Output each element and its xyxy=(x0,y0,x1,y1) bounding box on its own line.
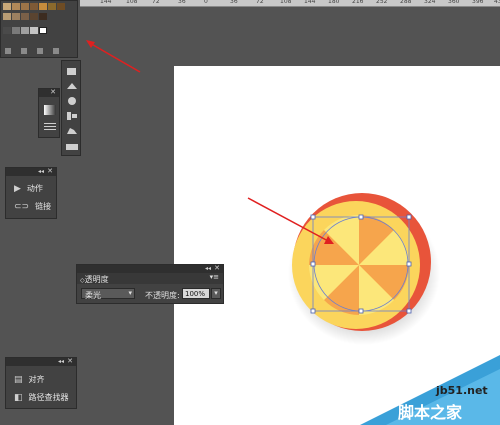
folder-icon[interactable] xyxy=(21,48,27,54)
watermark-site: jb51.net xyxy=(436,384,488,397)
circle-artwork[interactable] xyxy=(280,185,450,345)
align-item[interactable]: ▤ 对齐 xyxy=(14,374,45,385)
close-icon[interactable]: ✕ xyxy=(50,88,56,97)
ruler-tick: 144 xyxy=(304,0,316,5)
links-label: 链接 xyxy=(35,202,52,211)
play-icon: ▶ xyxy=(14,183,21,194)
menu-lines-icon[interactable] xyxy=(44,123,56,131)
transparency-tab-bar: ◇透明度 ▾≡ xyxy=(77,273,223,284)
chevron-down-icon: ▾ xyxy=(128,289,132,297)
close-icon[interactable]: ✕ xyxy=(214,264,220,273)
ruler-tick: 432 xyxy=(494,0,500,5)
watermark-name: 脚本之家 xyxy=(398,403,463,422)
swatch-toolbar xyxy=(1,45,83,57)
delete-swatch-icon[interactable] xyxy=(53,48,59,54)
opacity-value: 100% xyxy=(185,290,206,298)
ruler-tick: 216 xyxy=(352,0,364,5)
actions-item[interactable]: ▶ 动作 xyxy=(14,183,43,194)
swatches-panel xyxy=(0,0,78,58)
gray-swatch-row[interactable] xyxy=(3,27,75,35)
panel-menu-icon[interactable]: ▾≡ xyxy=(210,273,219,281)
ruler-tick: 72 xyxy=(256,0,264,5)
swatch-grid[interactable] xyxy=(3,3,75,23)
actions-label: 动作 xyxy=(26,184,43,193)
ruler-tick: 360 xyxy=(448,0,460,5)
horizontal-ruler: 144 108 72 36 0 36 72 108 144 180 216 25… xyxy=(80,0,500,7)
panel-title: 透明度 xyxy=(84,275,109,284)
opacity-label: 不透明度: xyxy=(145,291,180,300)
align-pathfinder-panel: ◂◂ ✕ ▤ 对齐 ◧ 路径查找器 xyxy=(5,357,77,409)
ruler-tick: 108 xyxy=(280,0,292,5)
ruler-tick: 252 xyxy=(376,0,388,5)
links-item[interactable]: ⊂⊃ 链接 xyxy=(14,201,51,212)
brush-icon[interactable] xyxy=(65,81,81,93)
ruler-tick: 288 xyxy=(400,0,412,5)
collapsed-panel-dock xyxy=(61,60,81,156)
opacity-dropdown-button[interactable]: ▾ xyxy=(211,288,221,299)
collapse-icon[interactable]: ◂◂ xyxy=(205,264,211,273)
swatch-library-icon[interactable] xyxy=(5,48,11,54)
close-icon[interactable]: ✕ xyxy=(67,357,73,366)
ruler-tick: 36 xyxy=(178,0,186,5)
close-icon[interactable]: ✕ xyxy=(47,167,53,176)
align-icon: ▤ xyxy=(14,374,23,385)
transparency-panel: ◂◂ ✕ ◇透明度 ▾≡ 柔光 ▾ 不透明度: 100% ▾ xyxy=(76,264,224,304)
ruler-tick: 108 xyxy=(126,0,138,5)
collapse-icon[interactable]: ◂◂ xyxy=(38,167,44,176)
blend-mode-value: 柔光 xyxy=(85,291,101,300)
pathfinder-icon: ◧ xyxy=(14,392,23,403)
ruler-tick: 72 xyxy=(152,0,160,5)
pathfinder-label: 路径查找器 xyxy=(28,393,69,402)
stroke-icon[interactable] xyxy=(65,111,81,123)
ruler-tick: 0 xyxy=(204,0,208,5)
opacity-input[interactable]: 100% xyxy=(182,288,210,299)
ruler-tick: 396 xyxy=(472,0,484,5)
gradient-mini-panel: ✕ xyxy=(38,88,60,138)
graphic-style-icon[interactable] xyxy=(65,96,81,108)
ruler-tick: 144 xyxy=(100,0,112,5)
ruler-tick: 324 xyxy=(424,0,436,5)
layers-icon[interactable] xyxy=(65,141,81,153)
symbols-icon[interactable] xyxy=(65,66,81,78)
ruler-tick: 180 xyxy=(328,0,340,5)
appearance-icon[interactable] xyxy=(65,126,81,138)
tab-transparency[interactable]: ◇透明度 xyxy=(80,274,109,285)
blend-mode-select[interactable]: 柔光 ▾ xyxy=(81,288,135,300)
align-label: 对齐 xyxy=(28,375,45,384)
ruler-tick: 36 xyxy=(230,0,238,5)
collapse-icon[interactable]: ◂◂ xyxy=(58,357,64,366)
gradient-icon[interactable] xyxy=(44,105,56,115)
actions-links-panel: ◂◂ ✕ ▶ 动作 ⊂⊃ 链接 xyxy=(5,167,57,219)
pathfinder-item[interactable]: ◧ 路径查找器 xyxy=(14,392,69,403)
new-swatch-icon[interactable] xyxy=(37,48,43,54)
link-icon: ⊂⊃ xyxy=(14,201,30,212)
